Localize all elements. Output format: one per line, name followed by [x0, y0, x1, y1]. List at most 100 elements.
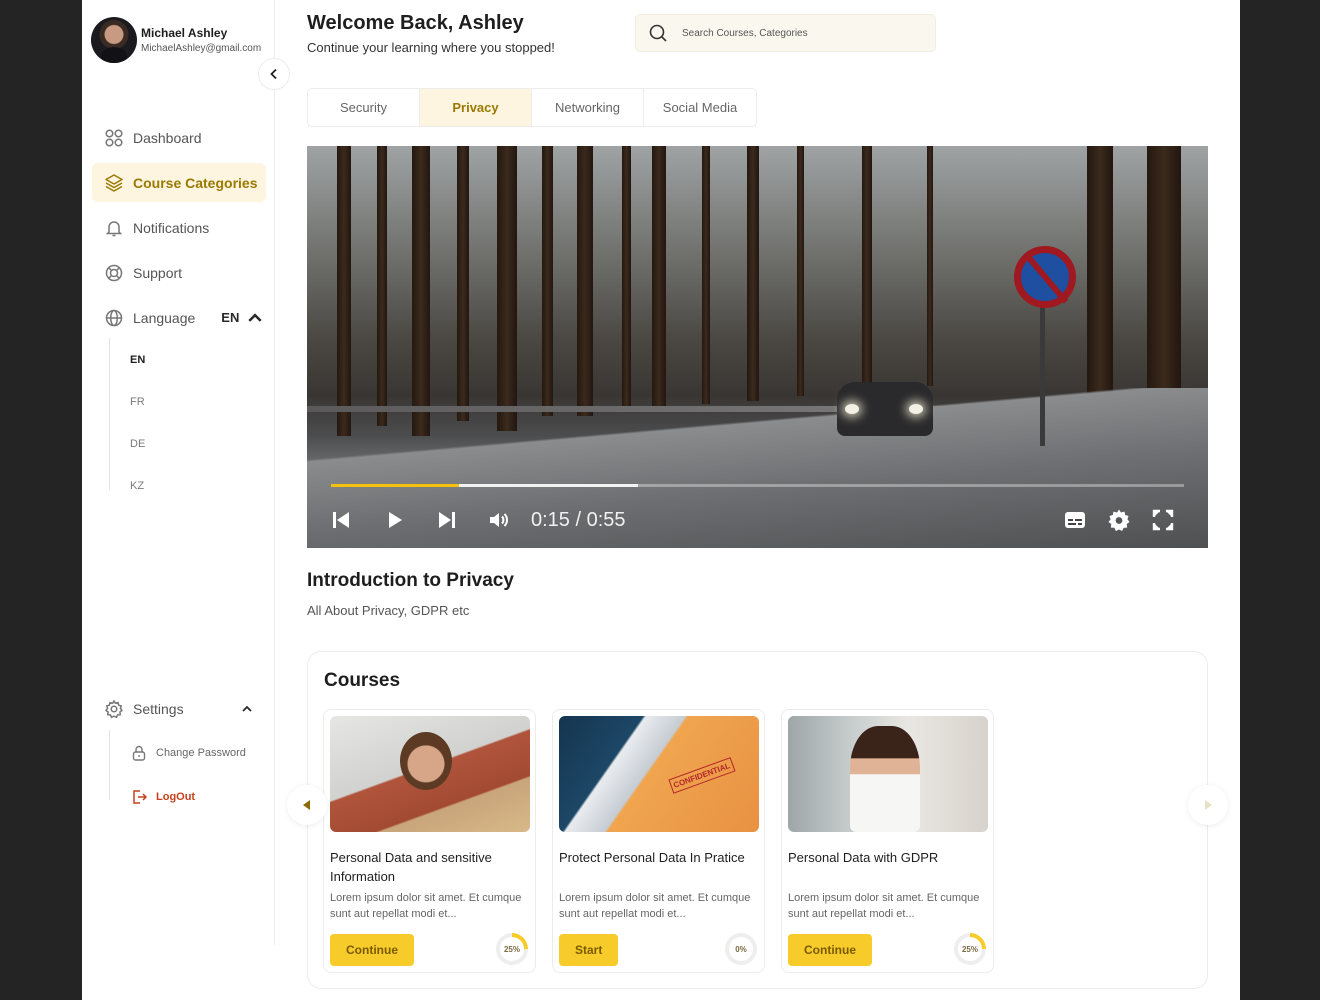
sidebar: Michael Ashley MichaelAshley@gmail.com D…: [82, 0, 274, 1000]
dashboard-grid-icon: [105, 128, 123, 147]
logout-label: LogOut: [156, 791, 196, 803]
courses-title: Courses: [324, 670, 401, 691]
page-title: Welcome Back, Ashley: [307, 12, 524, 34]
language-option-en[interactable]: EN: [130, 354, 145, 366]
courses-section: Courses Personal Data and sensitive Info…: [307, 651, 1208, 989]
tab-security[interactable]: Security: [308, 89, 420, 126]
sidebar-item-label: Course Categories: [133, 174, 258, 191]
course-title: Personal Data and sensitive Information: [330, 850, 492, 884]
category-tabs: Security Privacy Networking Social Media: [307, 88, 757, 127]
lesson-title: Introduction to Privacy: [307, 570, 514, 591]
globe-icon: [105, 309, 123, 326]
skip-next-icon: [439, 512, 455, 528]
fullscreen-button[interactable]: [1151, 508, 1175, 532]
course-title: Personal Data with GDPR: [788, 850, 939, 865]
previous-button[interactable]: [329, 508, 353, 532]
subtitles-icon: [1065, 512, 1085, 528]
progress-label: 25%: [500, 937, 524, 961]
car: [837, 382, 933, 436]
progress-ring: 0%: [725, 933, 757, 965]
language-options: EN FR DE KZ: [109, 338, 169, 492]
tab-networking[interactable]: Networking: [532, 89, 644, 126]
course-card[interactable]: Personal Data with GDPR Lorem ipsum dolo…: [781, 709, 994, 973]
app-frame: Michael Ashley MichaelAshley@gmail.com D…: [82, 0, 1240, 1000]
gear-icon: [1108, 509, 1130, 531]
course-thumbnail: [788, 716, 988, 832]
carousel-prev-button[interactable]: [287, 785, 327, 825]
play-icon: [389, 512, 402, 528]
language-option-de[interactable]: DE: [130, 438, 145, 450]
video-progress-bar[interactable]: [331, 484, 1184, 487]
volume-button[interactable]: [487, 508, 511, 532]
settings-menu: Change Password LogOut: [109, 730, 269, 804]
language-option-kz[interactable]: KZ: [130, 480, 144, 492]
continue-button[interactable]: Continue: [788, 934, 872, 966]
chevron-up-icon[interactable]: [240, 702, 254, 716]
language-current: EN: [221, 310, 240, 325]
user-profile[interactable]: Michael Ashley MichaelAshley@gmail.com: [91, 17, 261, 63]
course-card[interactable]: Personal Data and sensitive Information …: [323, 709, 536, 973]
video-player[interactable]: 0:15 / 0:55: [307, 146, 1208, 548]
gear-icon: [104, 699, 124, 719]
caret-right-icon: [1205, 800, 1212, 810]
page-subtitle: Continue your learning where you stopped…: [307, 40, 555, 55]
layers-icon: [105, 173, 123, 192]
skip-previous-icon: [333, 512, 349, 528]
sidebar-item-course-categories[interactable]: Course Categories: [92, 163, 266, 202]
course-description: Lorem ipsum dolor sit amet. Et cumque su…: [330, 892, 522, 920]
settings-toggle[interactable]: Settings: [104, 699, 254, 719]
collapse-sidebar-button[interactable]: [258, 58, 290, 90]
lock-icon: [132, 745, 146, 761]
next-button[interactable]: [435, 508, 459, 532]
fullscreen-icon: [1152, 509, 1174, 531]
bell-icon: [105, 220, 123, 236]
progress-played: [331, 484, 459, 487]
progress-label: 0%: [729, 937, 753, 961]
chevron-left-icon: [270, 68, 277, 80]
progress-ring: 25%: [496, 933, 528, 965]
no-parking-sign: [1014, 246, 1076, 308]
video-controls: 0:15 / 0:55: [329, 505, 1189, 535]
language-label: Language: [133, 309, 196, 326]
search-icon: [649, 24, 667, 42]
tab-privacy[interactable]: Privacy: [420, 89, 532, 126]
avatar: [91, 17, 137, 63]
course-title: Protect Personal Data In Pratice: [559, 850, 745, 865]
sidebar-item-label: Notifications: [133, 219, 210, 236]
sidebar-item-support[interactable]: Support: [92, 253, 266, 292]
start-button[interactable]: Start: [559, 934, 619, 966]
course-description: Lorem ipsum dolor sit amet. Et cumque su…: [788, 892, 980, 920]
course-description: Lorem ipsum dolor sit amet. Et cumque su…: [559, 892, 751, 920]
change-password-label: Change Password: [156, 747, 246, 759]
caret-left-icon: [303, 800, 310, 810]
sidebar-item-label: Support: [133, 264, 183, 281]
continue-button[interactable]: Continue: [330, 934, 414, 966]
search-input[interactable]: [682, 27, 902, 39]
search-bar[interactable]: [635, 14, 936, 52]
logout-icon: [133, 790, 148, 804]
progress-ring: 25%: [954, 933, 986, 965]
sidebar-nav: Dashboard Course Categories Notification…: [92, 118, 266, 343]
chevron-up-icon[interactable]: [245, 308, 265, 328]
course-card[interactable]: Protect Personal Data In Pratice Lorem i…: [552, 709, 765, 973]
lifebuoy-icon: [105, 264, 123, 281]
course-thumbnail: [559, 716, 759, 832]
video-time: 0:15 / 0:55: [531, 508, 626, 531]
sidebar-divider: [274, 0, 275, 945]
change-password-link[interactable]: Change Password: [130, 744, 246, 762]
carousel-next-button[interactable]: [1188, 785, 1228, 825]
tab-social-media[interactable]: Social Media: [644, 89, 756, 126]
sidebar-item-dashboard[interactable]: Dashboard: [92, 118, 266, 157]
language-selector[interactable]: Language EN: [92, 298, 266, 337]
play-button[interactable]: [383, 508, 407, 532]
subtitles-button[interactable]: [1063, 508, 1087, 532]
volume-icon: [490, 513, 508, 527]
logout-link[interactable]: LogOut: [130, 788, 195, 806]
course-thumbnail: [330, 716, 530, 832]
language-option-fr[interactable]: FR: [130, 396, 145, 408]
sidebar-item-notifications[interactable]: Notifications: [92, 208, 266, 247]
user-email: MichaelAshley@gmail.com: [141, 43, 262, 54]
settings-button[interactable]: [1107, 508, 1131, 532]
sidebar-item-label: Dashboard: [133, 129, 202, 146]
user-name: Michael Ashley: [141, 26, 228, 40]
